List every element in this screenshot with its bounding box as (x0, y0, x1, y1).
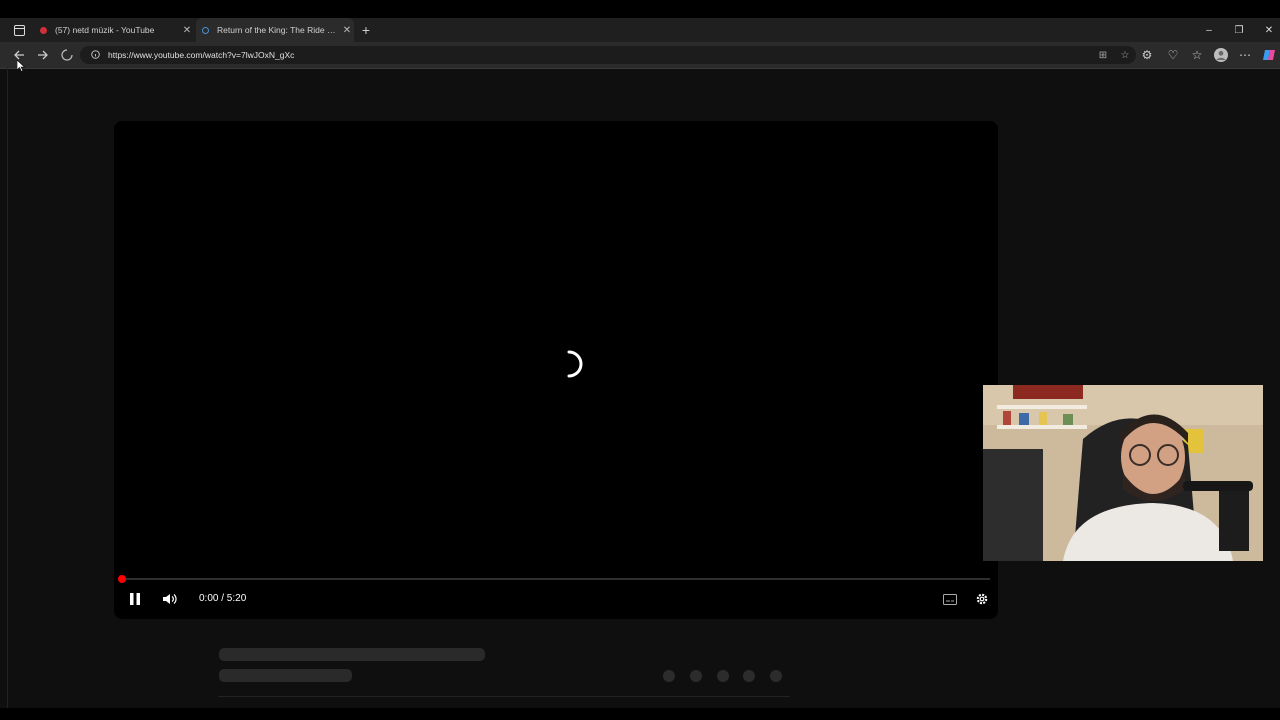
streamer-webcam-image (983, 385, 1263, 561)
restore-button[interactable]: ❐ (1224, 18, 1254, 42)
volume-button[interactable] (158, 587, 182, 611)
channel-skeleton (219, 669, 352, 682)
tab-netd-muzik[interactable]: (57) netd müzik - YouTube ✕ (34, 18, 194, 42)
top-black-band (0, 0, 1280, 18)
time-display: 0:00 / 5:20 (199, 593, 247, 604)
forward-button[interactable] (32, 42, 54, 68)
webcam-overlay (983, 385, 1263, 561)
action-skeleton-dot (663, 670, 675, 682)
stop-loading-button[interactable] (56, 42, 78, 68)
tab-actions-icon[interactable] (8, 18, 30, 42)
video-player[interactable]: 0:00 / 5:20 (114, 121, 998, 619)
url-text[interactable]: https://www.youtube.com/watch?v=7lwJOxN_… (108, 50, 294, 60)
tab-return-of-the-king[interactable]: Return of the King: The Ride of th ✕ (196, 18, 354, 42)
minimize-button[interactable]: – (1194, 18, 1224, 42)
title-skeleton (219, 648, 485, 661)
favorite-star-icon[interactable]: ☆ (1114, 50, 1136, 61)
performance-icon[interactable]: ♡ (1162, 42, 1184, 68)
favorites-icon[interactable]: ☆ (1186, 42, 1208, 68)
loading-spinner-icon (61, 49, 73, 61)
action-skeleton-dot (743, 670, 755, 682)
new-tab-button[interactable]: + (355, 18, 377, 42)
action-skeleton-dot (690, 670, 702, 682)
close-tab-icon[interactable]: ✕ (340, 25, 354, 36)
site-info-icon[interactable] (86, 49, 104, 61)
pause-button[interactable] (124, 587, 146, 611)
close-tab-icon[interactable]: ✕ (180, 25, 194, 36)
address-bar[interactable]: https://www.youtube.com/watch?v=7lwJOxN_… (80, 46, 1136, 64)
pause-icon (130, 593, 140, 605)
page-left-edge (7, 68, 8, 708)
volume-icon (163, 594, 177, 604)
subtitles-button[interactable] (938, 587, 962, 611)
loading-favicon-icon (202, 26, 209, 34)
bottom-black-band (0, 708, 1280, 720)
action-skeleton-dot (770, 670, 782, 682)
section-divider (218, 696, 790, 697)
more-menu-icon[interactable]: ⋯ (1234, 42, 1256, 68)
tab-title: Return of the King: The Ride of th (217, 25, 340, 35)
close-window-button[interactable]: ✕ (1254, 18, 1280, 42)
action-skeleton-dot (717, 670, 729, 682)
copilot-icon[interactable] (1258, 42, 1280, 68)
profile-avatar-icon[interactable] (1210, 42, 1232, 68)
browser-toolbar: https://www.youtube.com/watch?v=7lwJOxN_… (0, 42, 1280, 69)
progress-bar[interactable] (122, 578, 990, 580)
tab-title: (57) netd müzik - YouTube (55, 25, 155, 35)
youtube-favicon-icon (40, 26, 47, 34)
tab-strip: (57) netd müzik - YouTube ✕ Return of th… (0, 18, 1280, 42)
scrubber-handle[interactable] (118, 575, 126, 583)
gear-icon (976, 593, 988, 605)
subtitles-icon (943, 593, 957, 605)
app-available-icon[interactable]: ⊞ (1092, 50, 1114, 61)
extensions-icon[interactable]: ⚙ (1136, 42, 1158, 68)
mouse-cursor-icon (17, 60, 25, 72)
video-loading-spinner-icon (567, 350, 583, 378)
settings-button[interactable] (970, 587, 994, 611)
forward-arrow-icon (38, 50, 48, 60)
